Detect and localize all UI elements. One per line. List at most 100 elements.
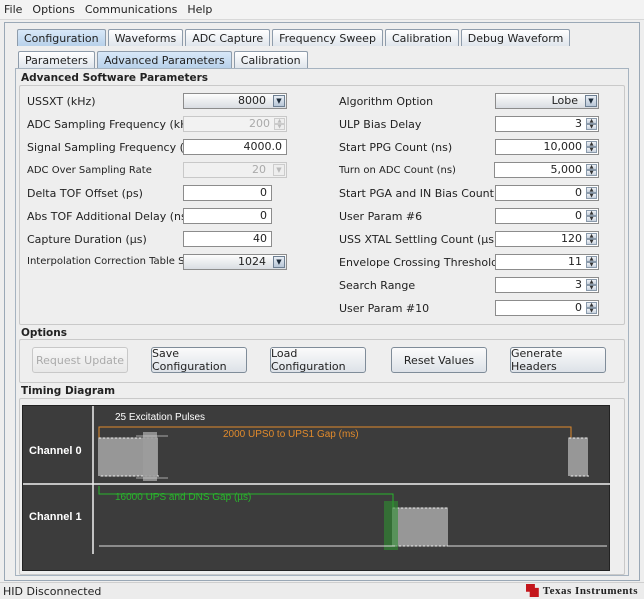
signal-sampling-frequency-label: Signal Sampling Frequency (kHz) (27, 141, 209, 154)
top-tab-strip: Configuration Waveforms ADC Capture Freq… (17, 29, 572, 46)
spinner-arrows-icon[interactable]: ▲ ▼ (586, 118, 597, 130)
subtab-calibration[interactable]: Calibration (233, 51, 308, 68)
user-param-10-spinner[interactable]: 0 ▲ ▼ (495, 300, 599, 316)
advanced-parameters-panel: Advanced Software Parameters USSXT (kHz)… (15, 68, 629, 576)
tab-frequency-sweep[interactable]: Frequency Sweep (272, 29, 383, 46)
capture-duration-field[interactable]: 40 (183, 231, 272, 247)
spinner-arrows-icon[interactable]: ▲ ▼ (586, 279, 597, 291)
menu-bar: File Options Communications Help (0, 0, 644, 20)
menu-file[interactable]: File (4, 3, 22, 16)
reset-values-button[interactable]: Reset Values (391, 347, 487, 373)
envelope-crossing-threshold-spinner[interactable]: 11 ▲ ▼ (495, 254, 599, 270)
spinner-arrows-icon: ▲ ▼ (274, 118, 285, 130)
chevron-down-icon: ▼ (273, 164, 285, 176)
capture-duration-label: Capture Duration (µs) (27, 233, 147, 246)
subtab-parameters[interactable]: Parameters (18, 51, 95, 68)
envelope-crossing-threshold-label: Envelope Crossing Threshold (339, 256, 499, 269)
save-configuration-button[interactable]: Save Configuration (151, 347, 247, 373)
delta-tof-offset-field[interactable]: 0 (183, 185, 272, 201)
main-panel: Configuration Waveforms ADC Capture Freq… (4, 22, 640, 581)
adc-over-sampling-rate-label: ADC Over Sampling Rate (27, 165, 152, 176)
adc-sampling-frequency-value: 200 (249, 117, 270, 130)
tab-configuration[interactable]: Configuration (17, 29, 106, 46)
channel-0-label: Channel 0 (29, 445, 82, 457)
abs-tof-delay-field[interactable]: 0 (183, 208, 272, 224)
advanced-parameters-title: Advanced Software Parameters (21, 72, 209, 84)
search-range-spinner[interactable]: 3 ▲ ▼ (495, 277, 599, 293)
interpolation-table-size-combo[interactable]: 1024 ▼ (183, 254, 287, 270)
user-param-6-spinner[interactable]: 0 ▲ ▼ (495, 208, 599, 224)
turn-on-adc-count-spinner[interactable]: 5,000 ▲ ▼ (494, 162, 599, 178)
adc-over-sampling-rate-value: 20 (252, 163, 266, 176)
adc-sampling-frequency-spinner: 200 ▲ ▼ (183, 116, 287, 132)
tab-adc-capture[interactable]: ADC Capture (185, 29, 271, 46)
gap1-label: 16000 UPS and DNS Gap (µs) (115, 492, 251, 503)
interpolation-table-size-label: Interpolation Correction Table Size (27, 256, 199, 267)
spinner-arrows-icon[interactable]: ▲ ▼ (586, 187, 597, 199)
algorithm-option-label: Algorithm Option (339, 95, 434, 108)
abs-tof-delay-label: Abs TOF Additional Delay (ns) (27, 210, 191, 223)
timing-diagram: Channel 0 Channel 1 25 Excitation Pulses… (22, 405, 611, 571)
start-pga-count-spinner[interactable]: 0 ▲ ▼ (495, 185, 599, 201)
sub-tab-strip: Parameters Advanced Parameters Calibrati… (18, 51, 310, 68)
load-configuration-button[interactable]: Load Configuration (270, 347, 366, 373)
ussxt-combo[interactable]: 8000 ▼ (183, 93, 287, 109)
ups0-to-ups1-gap: 2000 UPS0 to UPS1 Gap (ms) (98, 426, 572, 440)
spinner-arrows-icon[interactable]: ▲ ▼ (586, 164, 597, 176)
chevron-down-icon: ▼ (273, 256, 285, 268)
ti-logo-icon (525, 584, 539, 597)
turn-on-adc-count-value: 5,000 (550, 163, 583, 176)
request-update-button: Request Update (32, 347, 128, 373)
delta-tof-offset-label: Delta TOF Offset (ps) (27, 187, 143, 200)
menu-communications[interactable]: Communications (85, 3, 177, 16)
user-param-10-value: 0 (575, 301, 582, 314)
generate-headers-button[interactable]: Generate Headers (510, 347, 606, 373)
start-ppg-count-value: 10,000 (543, 140, 583, 153)
signal-sampling-frequency-field[interactable]: 4000.0 (183, 139, 287, 155)
algorithm-option-value: Lobe (551, 94, 578, 107)
ti-logo: Texas Instruments (525, 584, 638, 597)
turn-on-adc-count-label: Turn on ADC Count (ns) (339, 165, 456, 176)
interpolation-table-size-value: 1024 (238, 255, 266, 268)
start-ppg-count-label: Start PPG Count (ns) (339, 141, 453, 154)
spinner-arrows-icon[interactable]: ▲ ▼ (586, 256, 597, 268)
ussxt-label: USSXT (kHz) (27, 95, 96, 108)
chevron-down-icon: ▼ (585, 95, 597, 107)
tab-calibration[interactable]: Calibration (384, 29, 459, 46)
spinner-arrows-icon[interactable]: ▲ ▼ (586, 233, 597, 245)
ussxt-value: 8000 (238, 94, 266, 107)
uss-xtal-settling-spinner[interactable]: 120 ▲ ▼ (495, 231, 599, 247)
menu-help[interactable]: Help (187, 3, 212, 16)
adc-over-sampling-rate-combo: 20 ▼ (183, 162, 287, 178)
subtab-advanced-parameters[interactable]: Advanced Parameters (96, 51, 232, 68)
start-pga-count-label: Start PGA and IN Bias Count (ns) (339, 187, 519, 200)
start-pga-count-value: 0 (575, 186, 582, 199)
channel-0-pulse-train-2 (568, 437, 589, 477)
ups-dns-gap: 16000 UPS and DNS Gap (µs) (98, 486, 394, 546)
status-bar: HID Disconnected Texas Instruments (0, 582, 644, 599)
tab-waveforms[interactable]: Waveforms (107, 29, 184, 46)
ti-logo-text: Texas Instruments (542, 584, 638, 597)
connection-status: HID Disconnected (3, 585, 102, 598)
ulp-bias-delay-spinner[interactable]: 3 ▲ ▼ (495, 116, 599, 132)
tab-debug-waveform[interactable]: Debug Waveform (460, 29, 571, 46)
spinner-arrows-icon[interactable]: ▲ ▼ (586, 210, 597, 222)
algorithm-option-combo[interactable]: Lobe ▼ (495, 93, 599, 109)
gap0-label: 2000 UPS0 to UPS1 Gap (ms) (223, 429, 359, 440)
channel-1-pulse-train (392, 507, 449, 547)
user-param-6-value: 0 (575, 209, 582, 222)
spinner-arrows-icon[interactable]: ▲ ▼ (586, 141, 597, 153)
uss-xtal-settling-value: 120 (561, 232, 582, 245)
start-ppg-count-spinner[interactable]: 10,000 ▲ ▼ (495, 139, 599, 155)
menu-options[interactable]: Options (32, 3, 74, 16)
pulse-waveform (568, 437, 589, 477)
adc-sampling-frequency-label: ADC Sampling Frequency (kHz) (27, 118, 199, 131)
channel-1-label: Channel 1 (29, 511, 82, 523)
chevron-down-icon: ▼ (273, 95, 285, 107)
search-range-value: 3 (575, 278, 582, 291)
spinner-arrows-icon[interactable]: ▲ ▼ (586, 302, 597, 314)
user-param-6-label: User Param #6 (339, 210, 423, 223)
options-title: Options (21, 327, 67, 339)
ch1-gap-marker (384, 501, 398, 550)
excitation-pulses-label: 25 Excitation Pulses (115, 412, 205, 423)
